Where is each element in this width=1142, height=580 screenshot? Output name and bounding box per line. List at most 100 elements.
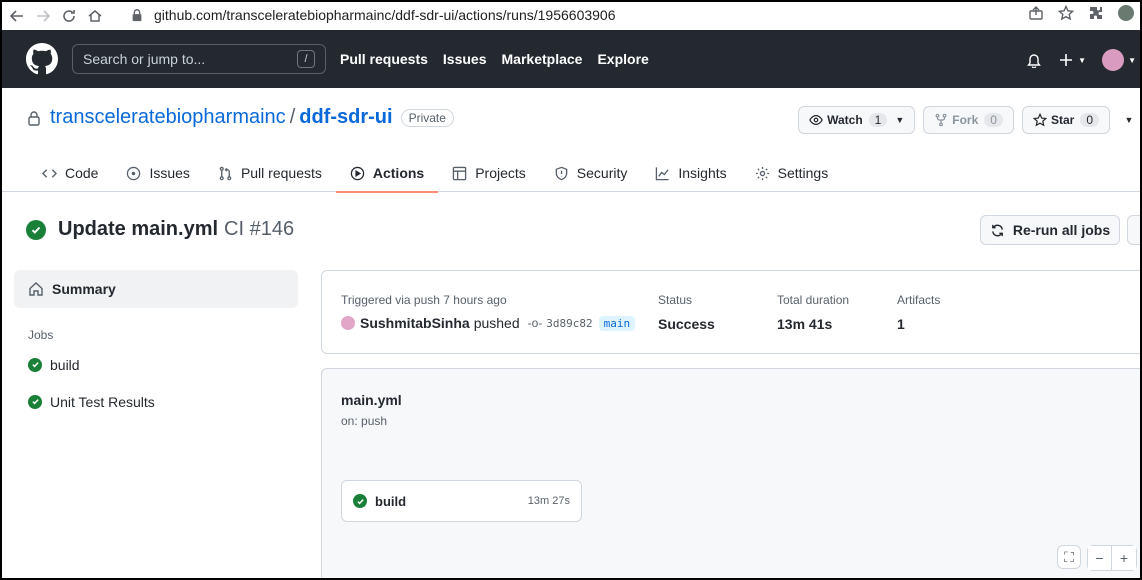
repo-name-link[interactable]: ddf-sdr-ui — [299, 106, 392, 129]
issue-icon — [127, 166, 141, 180]
graph-job-name: build — [375, 493, 407, 509]
check-circle-icon — [28, 394, 42, 409]
create-new-menu[interactable]: ▼ — [1058, 52, 1086, 68]
lock-icon — [28, 110, 40, 126]
sidebar-item-summary[interactable]: Summary — [14, 270, 298, 308]
address-bar[interactable]: github.com/transceleratebiopharmainc/ddf… — [130, 3, 1040, 27]
shield-icon — [555, 166, 568, 180]
repo-breadcrumb: transceleratebiopharmainc / ddf-sdr-ui P… — [26, 106, 454, 129]
github-logo-icon[interactable] — [26, 43, 58, 75]
repo-header: transceleratebiopharmainc / ddf-sdr-ui P… — [2, 88, 1140, 193]
home-icon — [29, 282, 43, 296]
chevron-down-icon: ▼ — [1078, 55, 1087, 65]
star-list-dropdown[interactable]: ▼ — [1118, 106, 1140, 134]
tab-security[interactable]: Security — [540, 154, 642, 192]
tab-projects[interactable]: Projects — [438, 154, 540, 192]
zoom-in-icon[interactable]: + — [1112, 546, 1136, 570]
watch-button[interactable]: Watch 1 ▼ — [798, 106, 916, 134]
search-input[interactable]: Search or jump to... / — [72, 44, 326, 74]
trigger-user-link[interactable]: SushmitabSinha — [360, 315, 470, 331]
fork-count: 0 — [984, 113, 1003, 127]
bell-icon[interactable] — [1026, 52, 1042, 68]
avatar[interactable] — [341, 316, 355, 330]
git-commit-icon: -o- — [527, 316, 543, 330]
nav-explore[interactable]: Explore — [597, 51, 648, 67]
url-text: github.com/transceleratebiopharmainc/ddf… — [154, 7, 616, 23]
rerun-label: Re-run all jobs — [1012, 222, 1111, 238]
zoom-out-icon[interactable]: − — [1088, 546, 1112, 570]
workflow-file-name: main.yml — [341, 392, 402, 408]
fork-button[interactable]: Fork 0 — [923, 106, 1014, 134]
browser-profile-avatar[interactable] — [1118, 5, 1134, 21]
status-label: Status — [658, 293, 693, 307]
commit-sha-link[interactable]: 3d89c82 — [546, 317, 592, 330]
nav-marketplace[interactable]: Marketplace — [502, 51, 583, 67]
gear-icon — [755, 166, 769, 180]
forward-icon[interactable] — [32, 5, 54, 27]
repo-actions: Watch 1 ▼ Fork 0 Star 0 ▼ — [798, 106, 1140, 134]
home-icon[interactable] — [84, 5, 106, 27]
header-actions: ▼ ▼ — [1026, 49, 1136, 71]
branch-badge[interactable]: main — [598, 315, 636, 331]
tab-settings[interactable]: Settings — [741, 154, 843, 192]
trigger-label: Triggered via push 7 hours ago — [341, 293, 507, 307]
github-header: Search or jump to... / Pull requests Iss… — [2, 30, 1140, 88]
fork-label: Fork — [952, 113, 979, 127]
extensions-icon[interactable] — [1088, 5, 1104, 21]
code-icon — [42, 168, 57, 178]
tab-issues[interactable]: Issues — [112, 154, 203, 192]
sidebar-item-job[interactable]: Unit Test Results — [14, 383, 298, 420]
tab-actions[interactable]: Actions — [335, 154, 439, 193]
star-label: Star — [1050, 113, 1075, 127]
status-info: Status Success — [658, 293, 715, 332]
tab-security-label: Security — [576, 165, 628, 181]
sidebar-jobs-heading: Jobs — [28, 328, 54, 342]
artifacts-value[interactable]: 1 — [897, 316, 940, 332]
watch-count: 1 — [868, 113, 888, 127]
trigger-detail: SushmitabSinha pushed -o- 3d89c82 main — [341, 315, 636, 331]
star-button[interactable]: Star 0 — [1021, 106, 1110, 134]
star-bookmark-icon[interactable] — [1058, 5, 1074, 21]
plus-icon — [1060, 54, 1073, 66]
tab-pull-requests[interactable]: Pull requests — [204, 154, 336, 192]
tab-insights-label: Insights — [678, 165, 727, 181]
search-shortcut-key: / — [297, 50, 315, 68]
graph-job-build[interactable]: build 13m 27s — [341, 480, 582, 522]
user-menu[interactable]: ▼ — [1102, 49, 1136, 71]
repo-owner-link[interactable]: transceleratebiopharmainc — [50, 106, 286, 129]
trigger-info: Triggered via push 7 hours ago Sushmitab… — [341, 293, 636, 331]
share-icon[interactable] — [1028, 5, 1044, 21]
graph-zoom-controls: ⛶ − + — [1057, 545, 1137, 571]
sync-icon — [991, 224, 1003, 236]
nav-issues[interactable]: Issues — [443, 51, 487, 67]
repo-tabs: Code Issues Pull requests Actions Projec… — [26, 154, 843, 193]
run-workflow-number: CI #146 — [224, 218, 295, 240]
reload-icon[interactable] — [58, 5, 80, 27]
window: github.com/transceleratebiopharmainc/ddf… — [0, 0, 1142, 580]
graph-job-duration: 13m 27s — [527, 495, 570, 507]
sidebar-job-label: Unit Test Results — [50, 393, 155, 410]
avatar — [1102, 49, 1125, 71]
check-circle-icon — [26, 219, 46, 240]
tab-code[interactable]: Code — [26, 154, 112, 192]
tab-insights[interactable]: Insights — [641, 154, 740, 192]
more-options-button[interactable] — [1127, 215, 1140, 245]
sidebar-summary-label: Summary — [52, 281, 116, 297]
check-circle-icon — [353, 494, 367, 508]
sidebar-item-job[interactable]: build — [14, 346, 298, 383]
rerun-all-jobs-button[interactable]: Re-run all jobs — [980, 215, 1120, 245]
nav-pull-requests[interactable]: Pull requests — [340, 51, 428, 67]
fullscreen-icon[interactable]: ⛶ — [1057, 545, 1081, 569]
sidebar-job-label: build — [50, 356, 80, 373]
back-icon[interactable] — [6, 5, 28, 27]
graph-icon — [656, 166, 670, 180]
workflow-graph: main.yml on: push build 13m 27s — [321, 368, 1140, 578]
chevron-down-icon: ▼ — [895, 115, 905, 125]
run-summary-card: Triggered via push 7 hours ago Sushmitab… — [321, 270, 1140, 354]
page-title: Update main.yml — [58, 218, 219, 240]
run-sidebar: Summary Jobs build Unit Test Results — [14, 270, 298, 420]
breadcrumb-separator: / — [289, 106, 296, 128]
tab-projects-label: Projects — [475, 165, 526, 181]
artifacts-label: Artifacts — [897, 293, 941, 307]
chevron-down-icon: ▼ — [1124, 115, 1134, 125]
